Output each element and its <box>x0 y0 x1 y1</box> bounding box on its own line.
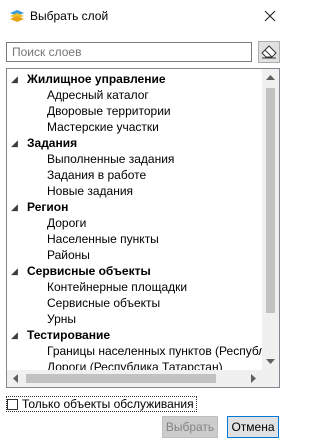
scroll-down-arrow-icon[interactable] <box>262 353 279 370</box>
only-service-label: Только объекты обслуживания <box>22 397 194 411</box>
tree-item-label: Урны <box>47 312 77 326</box>
tree-group-label: Регион <box>27 200 69 214</box>
tree-item[interactable]: Границы населенных пунктов (Республ <box>7 343 265 359</box>
tree-item[interactable]: Дороги <box>7 215 261 231</box>
scroll-up-arrow-icon[interactable] <box>262 69 279 86</box>
only-service-option[interactable]: Только объекты обслуживания <box>6 396 197 412</box>
search-input[interactable] <box>6 42 252 62</box>
vertical-scrollbar[interactable] <box>262 69 279 370</box>
tree-item-label: Сервисные объекты <box>47 296 161 310</box>
tree-group-label: Жилищное управление <box>27 72 166 86</box>
only-service-focus-box: Только объекты обслуживания <box>6 396 197 412</box>
expanded-arrow-icon[interactable]: ◢ <box>11 327 18 343</box>
clear-search-button[interactable] <box>258 41 280 63</box>
title-bar: Выбрать слой <box>0 0 286 33</box>
tree-item-label: Дворовые территории <box>47 104 171 118</box>
tree-group-housing[interactable]: ◢ Жилищное управление <box>7 71 261 87</box>
tree-group-label: Тестирование <box>27 328 111 342</box>
scroll-left-arrow-icon[interactable] <box>7 370 24 387</box>
vertical-scroll-thumb[interactable] <box>266 88 275 313</box>
tree-group-region[interactable]: ◢ Регион <box>7 199 261 215</box>
close-button[interactable] <box>254 0 286 32</box>
expanded-arrow-icon[interactable]: ◢ <box>11 71 18 87</box>
tree-group-label: Сервисные объекты <box>27 264 151 278</box>
tree-item-label: Границы населенных пунктов (Республ <box>47 344 266 358</box>
tree-item-label: Мастерские участки <box>47 120 159 134</box>
tree-item[interactable]: Сервисные объекты <box>7 295 261 311</box>
cancel-button[interactable]: Отмена <box>227 416 279 438</box>
horizontal-scrollbar[interactable] <box>7 370 262 387</box>
close-icon <box>264 10 276 22</box>
tree-item[interactable]: Районы <box>7 247 261 263</box>
tree-item-label: Населенные пункты <box>47 232 159 246</box>
expanded-arrow-icon[interactable]: ◢ <box>11 199 18 215</box>
layers-icon <box>9 9 25 23</box>
tree-item-label: Адресный каталог <box>47 88 149 102</box>
expanded-arrow-icon[interactable]: ◢ <box>11 135 18 151</box>
tree-item[interactable]: Мастерские участки <box>7 119 261 135</box>
horizontal-scroll-thumb[interactable] <box>26 374 216 383</box>
expanded-arrow-icon[interactable]: ◢ <box>11 263 18 279</box>
tree-item-label: Новые задания <box>47 184 134 198</box>
only-service-checkbox[interactable] <box>7 398 18 410</box>
tree-item[interactable]: Дворовые территории <box>7 103 261 119</box>
tree-item-label: Дороги <box>47 216 87 230</box>
tree-item[interactable]: Населенные пункты <box>7 231 261 247</box>
tree-item[interactable]: Новые задания <box>7 183 261 199</box>
eraser-icon <box>261 45 277 59</box>
tree-group-testing[interactable]: ◢ Тестирование <box>7 327 261 343</box>
tree-item[interactable]: Контейнерные площадки <box>7 279 261 295</box>
layer-tree[interactable]: ◢ Жилищное управление Адресный каталог Д… <box>6 68 280 388</box>
tree-item[interactable]: Выполненные задания <box>7 151 261 167</box>
tree-item[interactable]: Задания в работе <box>7 167 261 183</box>
select-button[interactable]: Выбрать <box>162 416 218 438</box>
tree-group-service-objects[interactable]: ◢ Сервисные объекты <box>7 263 261 279</box>
scroll-right-arrow-icon[interactable] <box>245 370 262 387</box>
tree-group-label: Задания <box>27 136 78 150</box>
tree-item[interactable]: Урны <box>7 311 261 327</box>
tree-list: ◢ Жилищное управление Адресный каталог Д… <box>7 71 265 375</box>
tree-item-label: Районы <box>47 248 90 262</box>
tree-item-label: Выполненные задания <box>47 152 175 166</box>
tree-item-label: Контейнерные площадки <box>47 280 188 294</box>
tree-group-tasks[interactable]: ◢ Задания <box>7 135 261 151</box>
tree-item-label: Задания в работе <box>47 168 147 182</box>
tree-item[interactable]: Адресный каталог <box>7 87 261 103</box>
scrollbar-corner <box>262 370 279 387</box>
window-title: Выбрать слой <box>30 9 109 23</box>
